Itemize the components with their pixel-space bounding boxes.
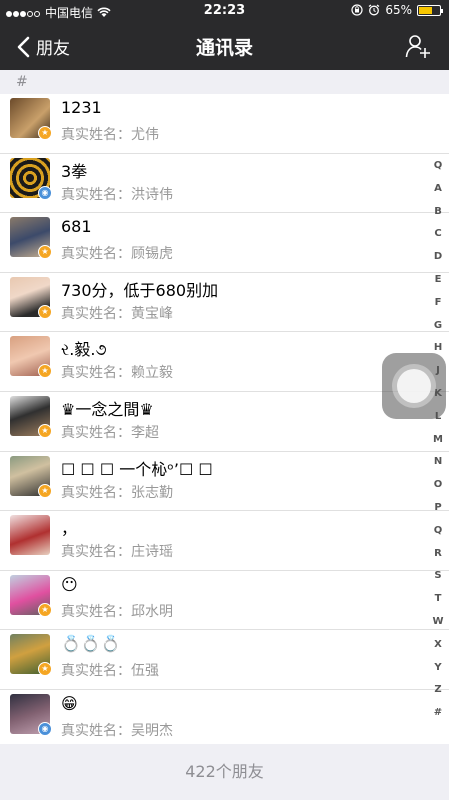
contact-real-name: 真实姓名：赖立毅 xyxy=(61,365,173,382)
navigation-bar: 朋友 通讯录 xyxy=(0,22,449,70)
index-letter[interactable]: F xyxy=(435,292,442,315)
battery-icon xyxy=(417,4,443,16)
contact-name: 681 xyxy=(61,217,92,237)
contact-row[interactable]: ★ 😶 真实姓名：邱水明 xyxy=(0,571,449,631)
battery-fill xyxy=(419,6,432,14)
star-badge-icon: ★ xyxy=(38,602,52,617)
contact-row[interactable]: ★ 💍💍💍 真实姓名：伍强 xyxy=(0,630,449,690)
star-badge-icon: ★ xyxy=(38,126,52,140)
page-title: 通讯录 xyxy=(195,37,253,59)
contact-real-name: 真实姓名：李超 xyxy=(61,424,159,441)
camera-badge-icon: ◉ xyxy=(38,721,52,736)
assistive-touch-button[interactable] xyxy=(382,353,446,419)
contact-name: 😁 xyxy=(61,693,78,713)
contact-real-name: 真实姓名：庄诗瑶 xyxy=(61,544,173,561)
index-letter[interactable]: Z xyxy=(434,679,441,702)
contact-row[interactable]: ★ ☐ ☐ ☐ 一个杺ᵒ’☐ ☐ 真实姓名：张志勤 xyxy=(0,452,449,512)
star-badge-icon: ★ xyxy=(38,245,52,260)
contact-real-name: 真实姓名：伍强 xyxy=(61,663,159,680)
alarm-icon xyxy=(368,4,380,16)
camera-badge-icon: ◉ xyxy=(38,185,52,200)
contact-name: 😶 xyxy=(61,574,78,594)
contact-name: 💍💍💍 xyxy=(61,634,121,654)
contact-real-name: 真实姓名：张志勤 xyxy=(61,484,173,501)
battery-percent: 65% xyxy=(385,3,412,17)
contact-real-name: 真实姓名：邱水明 xyxy=(61,603,173,620)
contact-row[interactable]: ★ 730分，低于680别加 真实姓名：黄宝峰 xyxy=(0,273,449,333)
index-letter[interactable]: W xyxy=(432,611,443,634)
index-letter[interactable]: S xyxy=(434,565,441,588)
alphabet-index[interactable]: QABCDEFGHJKLMNOPQRSTWXYZ# xyxy=(429,155,447,725)
index-letter[interactable]: C xyxy=(434,223,441,246)
contact-row[interactable]: ★ 681 真实姓名：顾锡虎 xyxy=(0,213,449,273)
contact-list: ★ 1231 真实姓名：尤伟 ◉ 3拳真实姓名：洪诗伟 ★ 681 真实姓名：顾锡虎 ★ 730分… xyxy=(0,94,449,744)
star-badge-icon: ★ xyxy=(38,423,52,438)
assistive-touch-center xyxy=(397,369,431,403)
contact-real-name: 真实姓名：黄宝峰 xyxy=(61,305,173,322)
contact-name: 1231 xyxy=(61,98,102,117)
index-letter[interactable]: N xyxy=(434,451,442,474)
index-letter[interactable]: B xyxy=(434,201,442,224)
index-letter[interactable]: # xyxy=(434,702,442,725)
contact-name: ， xyxy=(61,519,78,539)
status-bar: 中国电信 22:23 65% xyxy=(0,0,449,22)
index-letter[interactable]: X xyxy=(434,634,442,657)
index-letter[interactable]: R xyxy=(434,543,442,566)
contact-name: 3拳 xyxy=(61,161,88,181)
rotation-lock-icon xyxy=(351,4,363,16)
status-right: 65% xyxy=(351,3,443,17)
contact-row[interactable]: ◉ 3拳真实姓名：洪诗伟 xyxy=(0,154,449,214)
star-badge-icon: ★ xyxy=(38,662,52,677)
index-search-icon[interactable]: Q xyxy=(434,155,443,178)
contact-name: ર.毅.૭ xyxy=(61,340,107,360)
star-badge-icon: ★ xyxy=(38,483,52,498)
contact-real-name: 真实姓名：吴明杰 xyxy=(61,722,173,739)
contact-real-name: 真实姓名：尤伟 xyxy=(61,127,159,143)
star-badge-icon: ★ xyxy=(38,304,52,319)
contact-name: ☐ ☐ ☐ 一个杺ᵒ’☐ ☐ xyxy=(61,459,213,479)
index-letter[interactable]: E xyxy=(435,269,442,292)
contact-name: ♛一念之間♛ xyxy=(61,399,154,419)
index-letter[interactable]: T xyxy=(435,588,442,611)
index-letter[interactable]: O xyxy=(434,474,443,497)
contact-row[interactable]: ◉ 😁 真实姓名：吴明杰 xyxy=(0,690,449,750)
friend-count: 422个朋友 xyxy=(0,744,449,800)
avatar xyxy=(10,515,50,556)
contact-real-name: 真实姓名：顾锡虎 xyxy=(61,246,173,263)
index-letter[interactable]: Q xyxy=(434,520,443,543)
add-friend-icon[interactable] xyxy=(405,33,431,59)
contact-row[interactable]: ★ 1231 真实姓名：尤伟 xyxy=(0,94,449,154)
index-letter[interactable]: P xyxy=(434,497,441,520)
index-letter[interactable]: G xyxy=(434,315,442,338)
index-letter[interactable]: M xyxy=(433,429,443,452)
contact-name: 730分，低于680别加 xyxy=(61,280,219,300)
contact-row[interactable]: ， 真实姓名：庄诗瑶 xyxy=(0,511,449,571)
index-letter[interactable]: D xyxy=(434,246,442,269)
index-letter[interactable]: Y xyxy=(434,657,441,680)
section-header: # xyxy=(0,70,449,94)
star-badge-icon: ★ xyxy=(38,364,52,379)
index-letter[interactable]: A xyxy=(434,178,442,201)
contact-real-name: 真实姓名：洪诗伟 xyxy=(61,186,173,203)
